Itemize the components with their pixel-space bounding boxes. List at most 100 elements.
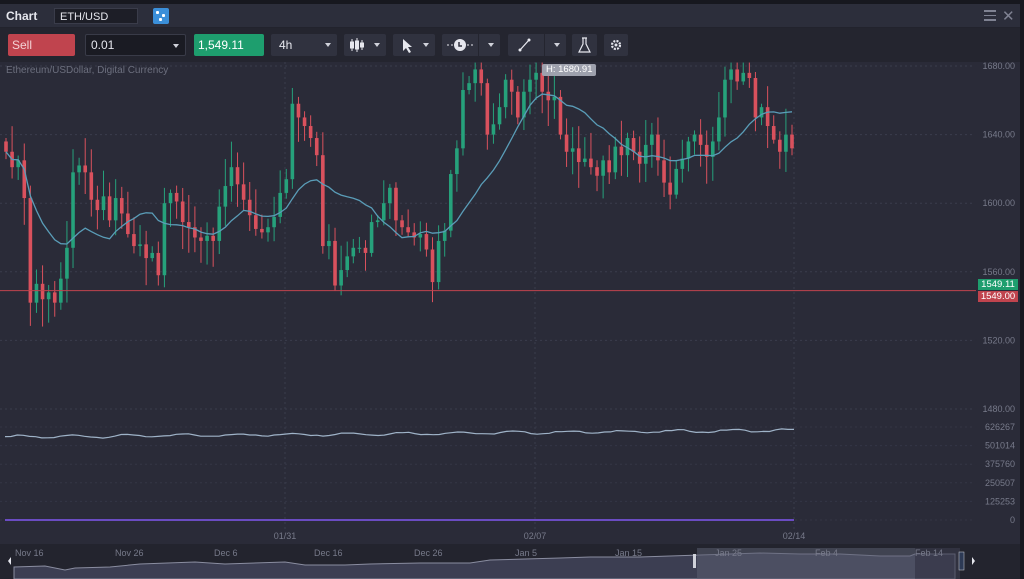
navigator-handle-right[interactable] [958,551,965,571]
candle-body [717,117,721,142]
candle-body [46,292,51,300]
candle-body [357,247,362,249]
candle-body [284,179,289,193]
ask-price-tag: 1549.00 [978,291,1018,302]
volume-tick-label: 0 [1010,515,1015,525]
candle-body [339,270,343,286]
candle-body [52,292,57,303]
candle-body [126,213,130,235]
candle-body [643,144,648,164]
scroll-right-icon[interactable] [972,557,975,565]
price-chart[interactable]: 1680.00 1640.00 1600.00 1560.00 1520.00 1480.… [0,0,1020,579]
candle-body [266,227,270,233]
candle-body [747,72,752,79]
candle-body [333,240,337,286]
candle-body [491,124,496,135]
candle-body [314,138,319,156]
volume-tick-label: 375760 [985,459,1015,469]
navigator-date-label: Jan 5 [515,548,537,558]
candle-body [455,148,459,175]
candle-body [595,167,599,176]
candle-body [34,283,39,303]
candle-body [406,227,410,233]
candle-body [241,184,246,200]
candle-body [698,134,703,145]
navigator-overview[interactable]: Nov 16 Nov 26 Dec 6 Dec 16 Dec 26 Jan 5 Jan 15… [0,544,1020,579]
candle-body [448,174,453,231]
candle-body [790,134,794,149]
candle-body [22,160,27,199]
candle-body [723,79,727,118]
candle-body [674,168,679,195]
candle-body [692,134,697,142]
time-tick-label: 02/14 [783,531,806,541]
navigator-date-label: Dec 16 [314,548,343,558]
navigator-date-label: Jan 15 [615,548,642,558]
candle-body [95,199,100,211]
candle-body [479,69,484,84]
candle-body [247,199,252,216]
candle-body [637,151,642,164]
candle-body [113,198,118,221]
candle-body [144,244,148,259]
candle-body [388,187,392,204]
price-tick-label: 1640.00 [982,130,1015,140]
candle-body [369,222,374,253]
candle-body [686,141,691,159]
candle-body [570,148,575,152]
candle-body [345,256,350,271]
candle-body [662,160,666,183]
candle-body [381,203,386,221]
candle-body [132,234,136,247]
candle-body [534,72,538,80]
bid-price-tag: 1549.11 [978,279,1018,290]
candle-body [254,215,258,229]
candle-body [156,252,161,276]
candle-body [607,160,612,173]
candle-body [564,134,569,152]
candle-body [223,186,228,207]
candle-body [296,103,301,118]
candle-body [485,83,490,135]
candle-body [400,220,404,228]
candle-body [217,206,222,241]
price-tick-label: 1560.00 [982,267,1015,277]
candle-body [199,237,203,241]
navigator-date-label: Jan 25 [715,548,742,558]
price-tick-label: 1520.00 [982,335,1015,345]
candle-body [546,91,551,101]
high-price-label: H: 1680.91 [542,64,597,76]
moving-average-line [5,93,793,245]
candle-body [235,167,240,185]
price-tick-label: 1600.00 [982,198,1015,208]
candle-body [4,141,8,152]
volume-tick-label: 125253 [985,496,1015,506]
candle-body [101,196,106,211]
candle-body [729,69,733,80]
candle-body [65,247,69,279]
candle-body [28,198,33,303]
candle-body [558,96,563,135]
candle-body [741,72,746,82]
volume-line [4,428,794,439]
candle-body [619,146,624,156]
candle-body [272,216,276,228]
scroll-left-icon[interactable] [8,557,11,565]
candle-body [375,220,380,223]
candle-body [205,235,209,241]
navigator-date-label: Feb 4 [815,548,838,558]
volume-tick-label: 250507 [985,478,1015,488]
chart-description: Ethereum/USDollar, Digital Currency [6,65,169,76]
navigator-date-label: Nov 26 [115,548,144,558]
candle-body [765,107,770,127]
navigator-date-label: Dec 26 [414,548,443,558]
candle-body [467,83,471,91]
candle-body [528,79,532,92]
candle-body [778,139,782,152]
candle-body [302,117,307,127]
navigator-handle-left[interactable] [693,554,696,568]
time-navigator[interactable]: Nov 16 Nov 26 Dec 6 Dec 16 Dec 26 Jan 5 Jan 15… [0,544,1020,579]
candle-body [321,155,325,247]
candle-body [260,228,264,233]
candle-body [650,134,654,145]
